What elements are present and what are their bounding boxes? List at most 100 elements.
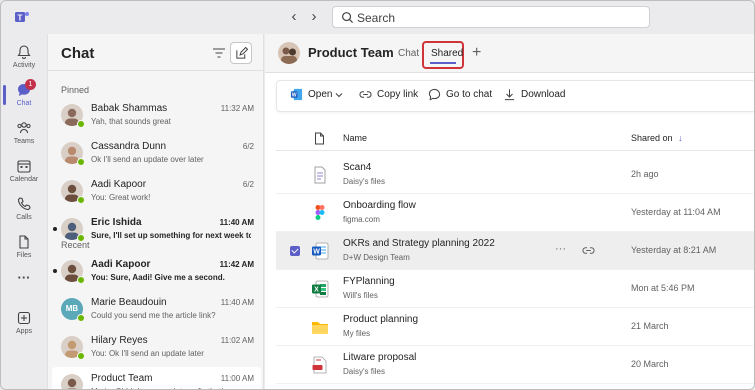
rail-item-more[interactable]: ··· [1, 271, 47, 293]
rail-item-activity[interactable]: Activity [1, 39, 47, 77]
teams-icon [17, 122, 31, 134]
file-row[interactable]: ··· W OKRs and Strategy planning 2022 D+W D… [276, 232, 754, 270]
rail-item-calls[interactable]: Calls [1, 191, 47, 229]
chat-time: 6/2 [242, 142, 254, 151]
chat-list-item[interactable]: Babak Shammas 11:32 AM Yah, that sounds gr… [52, 97, 261, 133]
chat-preview: You: Great work! [91, 193, 151, 202]
file-location: Daisy's files [343, 367, 385, 376]
column-name[interactable]: Name [343, 133, 367, 143]
svg-text:W: W [292, 93, 297, 99]
new-chat-button[interactable] [230, 42, 252, 64]
file-row[interactable]: Scan4 Daisy's files 2h ago [276, 156, 754, 194]
rail-label: Chat [16, 100, 32, 107]
copy-link-button[interactable]: Copy link [359, 89, 419, 103]
forward-button[interactable]: › [307, 9, 321, 24]
file-location: D+W Design Team [343, 253, 410, 262]
search-icon [342, 12, 354, 24]
search-box[interactable]: Search [332, 6, 650, 28]
file-row[interactable]: X FYPlanning Will's files Mon at 5:46 PM [276, 270, 754, 308]
chat-list-item[interactable]: Product Team11:00 AMMarie: Ohhh I see, y… [52, 367, 261, 389]
download-icon [504, 89, 515, 101]
row-checkbox[interactable] [290, 246, 300, 256]
chat-pane-title: Chat [61, 45, 95, 62]
chat-preview: Yah, that sounds great [91, 117, 171, 126]
column-shared-on-label: Shared on [631, 133, 673, 143]
go-to-chat-button[interactable]: Go to chat [428, 88, 494, 103]
bell-icon [17, 45, 31, 59]
rail-label: Calendar [9, 176, 39, 183]
active-tab-indicator [430, 62, 456, 64]
file-row[interactable]: Product planning My files 21 March [276, 308, 754, 346]
file-row[interactable]: Onboarding flow figma.com Yesterday at 11:… [276, 194, 754, 232]
file-name: Product planning [343, 314, 419, 325]
chat-list-item[interactable]: Aadi Kapoor 6/2 You: Great work! [52, 173, 261, 209]
rail-item-chat[interactable]: 1 Chat [1, 77, 47, 115]
rail-label: Teams [13, 138, 35, 145]
presence-available-icon [77, 158, 85, 166]
conversation-header: Product Team Chat Shared + [265, 34, 754, 73]
chevron-down-icon [335, 93, 343, 98]
chat-list-pane: Chat Pinned Babak Shammas 11:32 AM Yah, th… [47, 34, 264, 389]
chat-name: Babak Shammas [91, 103, 168, 114]
rail-item-teams[interactable]: Teams [1, 115, 47, 153]
svg-text:W: W [313, 249, 320, 256]
file-shared-date: Yesterday at 8:21 AM [631, 245, 717, 255]
file-shared-date: 21 March [631, 321, 669, 331]
download-label: Download [521, 89, 566, 100]
file-location: Daisy's files [343, 177, 385, 186]
chat-list-item[interactable]: Aadi Kapoor 11:42 AM You: Sure, Aadi! Give… [52, 253, 261, 289]
chat-name: Aadi Kapoor [91, 179, 147, 190]
chat-preview: Could you send me the article link? [91, 311, 216, 320]
file-name: Onboarding flow [343, 200, 416, 211]
open-button[interactable]: W Open [290, 88, 345, 103]
files-icon [19, 235, 29, 249]
group-avatar[interactable] [278, 42, 300, 64]
chat-bubble-icon [428, 88, 441, 101]
presence-available-icon [77, 120, 85, 128]
download-button[interactable]: Download [503, 89, 565, 103]
files-toolbar: W Open Copy link Go to chat Download [276, 80, 754, 112]
pdf-icon [311, 356, 329, 374]
link-icon[interactable] [582, 244, 595, 257]
apps-icon [17, 311, 31, 325]
add-tab-button[interactable]: + [472, 44, 481, 62]
file-name: FYPlanning [343, 276, 395, 287]
chat-preview: Sure, I'll set up something for next wee… [91, 231, 251, 240]
chat-preview: You: Ok I'll send an update later [91, 349, 204, 358]
rail-item-calendar[interactable]: Calendar [1, 153, 47, 191]
chat-preview: You: Sure, Aadi! Give me a second. [91, 273, 225, 282]
back-button[interactable]: ‹ [287, 9, 301, 24]
presence-available-icon [77, 276, 85, 284]
excel-icon: X [311, 280, 329, 298]
recent-section-label: Recent [61, 240, 90, 250]
filter-icon[interactable] [212, 47, 226, 59]
svg-text:X: X [314, 287, 319, 294]
chat-list-item[interactable]: Cassandra Dunn 6/2 Ok I'll send an update … [52, 135, 261, 171]
chat-list-item[interactable]: Hilary Reyes 11:02 AM You: Ok I'll send an… [52, 329, 261, 365]
rail-label: Apps [16, 328, 32, 335]
file-row[interactable]: Litware proposal Daisy's files 20 March [276, 346, 754, 384]
open-label: Open [308, 89, 333, 100]
rail-item-apps[interactable]: Apps [1, 305, 47, 343]
presence-available-icon [77, 352, 85, 360]
more-options-icon[interactable]: ··· [555, 243, 566, 255]
file-name: Litware proposal [343, 352, 417, 363]
chat-badge: 1 [25, 79, 36, 90]
tab-chat[interactable]: Chat [398, 48, 419, 59]
chat-name: Marie Beaudouin [91, 297, 167, 308]
compose-icon [236, 47, 248, 59]
file-shared-date: 20 March [631, 359, 669, 369]
column-shared-on[interactable]: Shared on ↓ [631, 133, 683, 143]
chat-list-item[interactable]: MB Marie Beaudouin 11:40 AM Could you send … [52, 291, 261, 327]
search-placeholder: Search [357, 11, 396, 25]
chat-preview: Ok I'll send an update over later [91, 155, 204, 164]
teams-logo-icon: T [15, 12, 29, 23]
file-location: My files [343, 329, 371, 338]
phone-icon [17, 197, 31, 211]
unread-dot [53, 269, 57, 273]
link-icon [359, 91, 372, 98]
rail-item-files[interactable]: Files [1, 229, 47, 267]
tab-shared[interactable]: Shared [422, 41, 464, 69]
chat-time: 11:42 AM [219, 260, 254, 269]
chat-time: 11:32 AM [220, 104, 254, 113]
